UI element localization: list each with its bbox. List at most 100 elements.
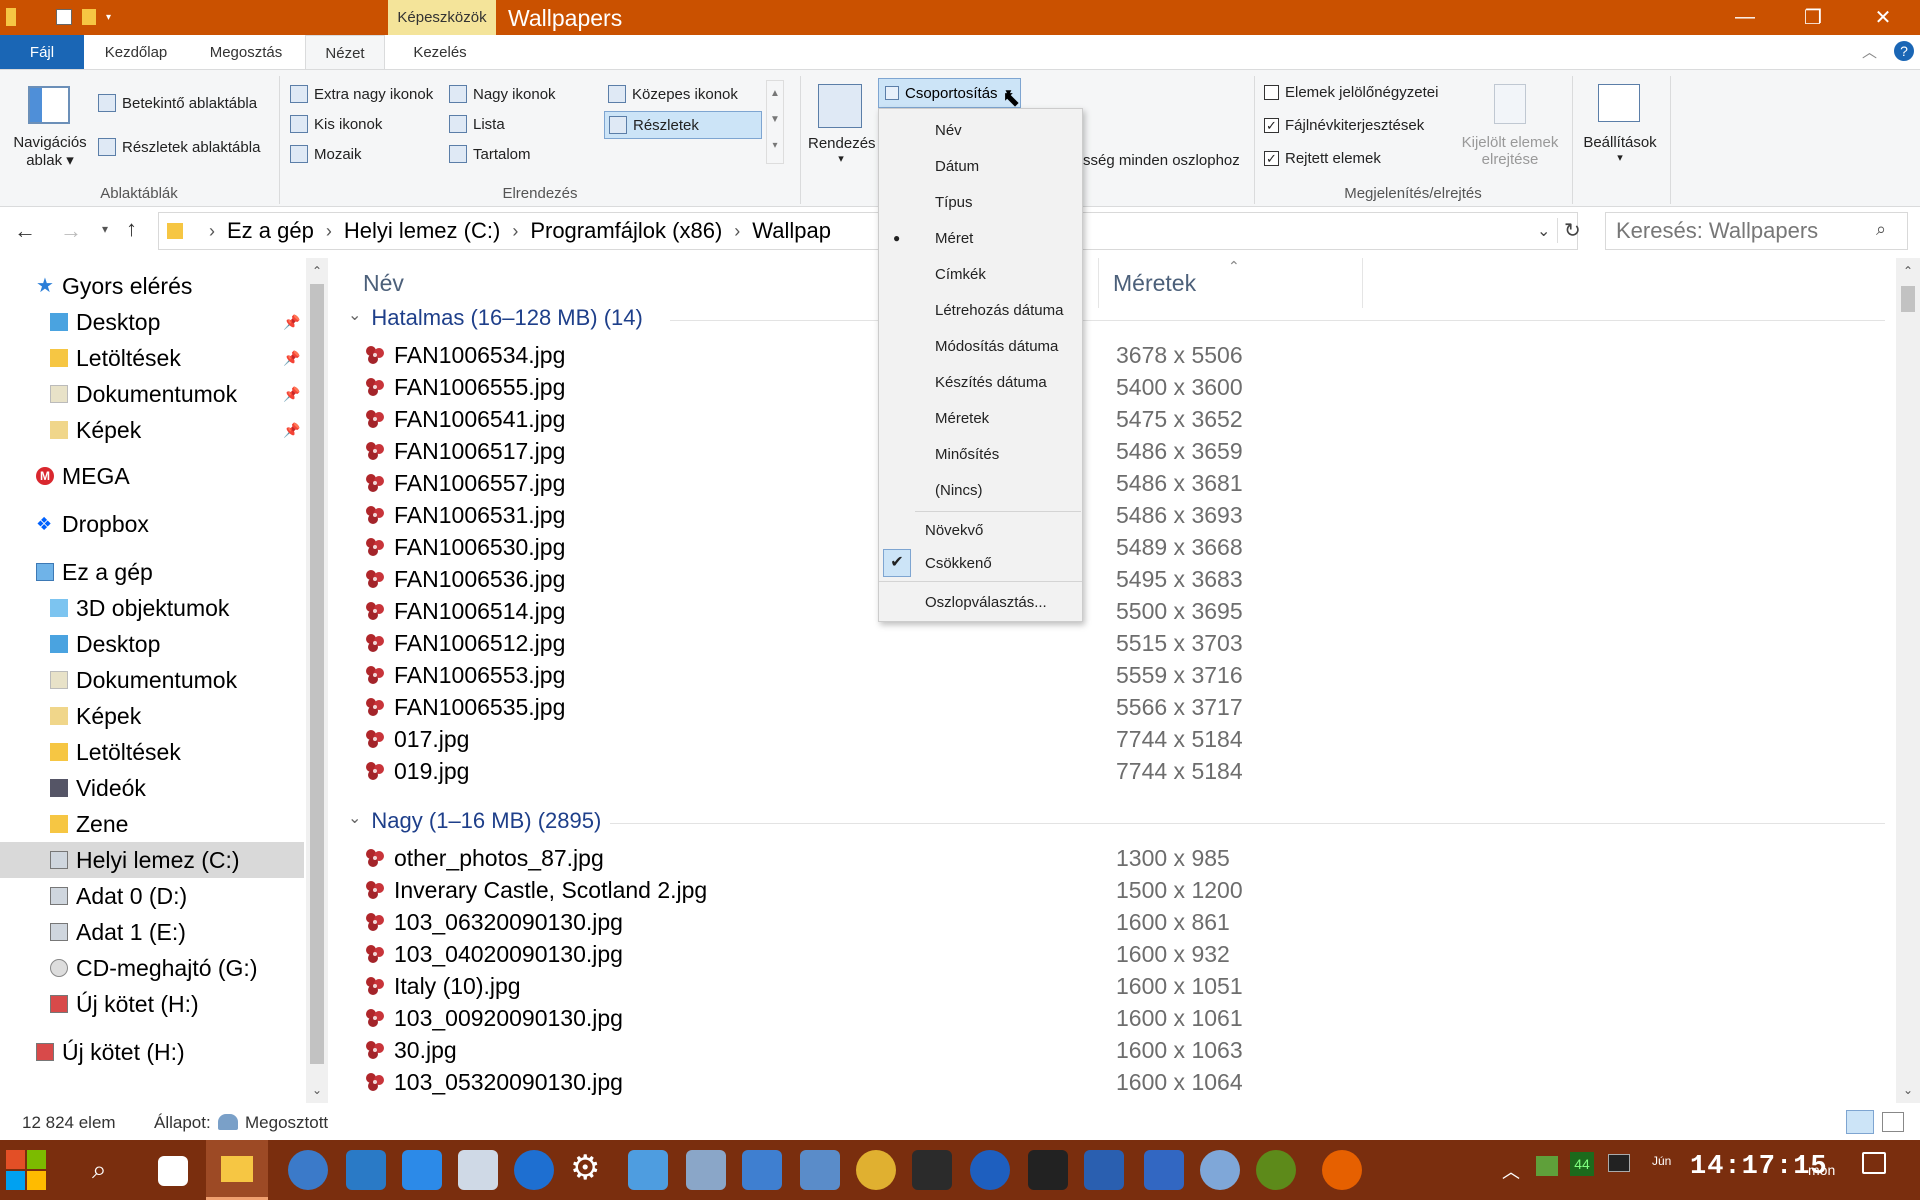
new-folder-icon[interactable] — [82, 9, 96, 25]
nav-pc-pictures[interactable]: Képek — [50, 698, 330, 734]
nav-new-volume-h[interactable]: Új kötet (H:) — [36, 1034, 330, 1070]
group-by-option[interactable]: Minősítés — [879, 437, 1082, 471]
group-by-option[interactable]: Típus — [879, 185, 1082, 219]
scroll-up-icon[interactable]: ⌃ — [306, 264, 328, 278]
list-option[interactable]: Lista — [449, 115, 505, 133]
collapse-ribbon-icon[interactable]: ︿ — [1862, 41, 1877, 62]
nav-mega[interactable]: M MEGA — [36, 458, 330, 494]
file-explorer-taskbar-button[interactable] — [206, 1140, 268, 1200]
options-icon[interactable] — [1598, 84, 1640, 122]
search-taskbar-icon[interactable]: ⌕ — [92, 1154, 107, 1186]
chevron-down-icon[interactable]: ⌄ — [348, 305, 361, 325]
file-row[interactable]: 30.jpg 1600 x 1063 — [364, 1034, 1664, 1066]
details-pane-button[interactable]: Részletek ablaktábla — [98, 138, 260, 156]
address-bar[interactable]: › Ez a gép › Helyi lemez (C:) › Programf… — [158, 212, 1581, 250]
refresh-icon[interactable]: ↻ — [1557, 218, 1581, 243]
hide-selected-button[interactable]: Kijelölt elemek elrejtése — [1452, 134, 1568, 168]
file-row[interactable]: Italy (10).jpg 1600 x 1051 — [364, 970, 1664, 1002]
file-extensions-toggle[interactable]: ✓ Fájlnévkiterjesztések — [1264, 117, 1424, 134]
group-by-option[interactable]: Létrehozás dátuma — [879, 293, 1082, 327]
chrome-icon[interactable] — [288, 1150, 328, 1190]
group-by-option[interactable]: Módosítás dátuma — [879, 329, 1082, 363]
forward-button[interactable]: → — [60, 218, 82, 244]
foobar-icon[interactable] — [912, 1150, 952, 1190]
group-by-option[interactable]: Címkék — [879, 257, 1082, 291]
nav-drive-h[interactable]: Új kötet (H:) — [50, 986, 330, 1022]
item-checkboxes-checkbox[interactable] — [1264, 85, 1279, 100]
small-icons-option[interactable]: Kis ikonok — [290, 115, 382, 133]
layout-gallery-scroll[interactable]: ▲ ▼ ▾ — [766, 80, 784, 164]
nav-dropbox[interactable]: ❖ Dropbox — [36, 506, 330, 542]
recent-locations-button[interactable]: ▾ — [102, 222, 108, 236]
group-by-option[interactable]: Név — [879, 113, 1082, 147]
settings-icon[interactable]: ⚙ — [570, 1148, 600, 1188]
search-input[interactable]: Keresés: Wallpapers ⌕ — [1605, 212, 1908, 250]
chevron-down-icon[interactable]: ⌄ — [348, 808, 361, 828]
search-icon[interactable]: ⌕ — [1876, 219, 1886, 240]
nav-3d-objects[interactable]: 3D objektumok — [50, 590, 330, 626]
notifications-icon[interactable] — [1862, 1152, 1886, 1174]
scroll-up-icon[interactable]: ⌃ — [1896, 264, 1920, 278]
nav-scroll-thumb[interactable] — [310, 284, 324, 1064]
options-button[interactable]: Beállítások ▾ — [1580, 134, 1660, 164]
details-view-toggle-icon[interactable] — [1846, 1110, 1874, 1134]
sort-order-option[interactable]: ✔ Csökkenő — [879, 546, 1082, 580]
archive-icon[interactable] — [1084, 1150, 1124, 1190]
tab-share[interactable]: Megosztás — [196, 35, 296, 69]
disk-save-icon[interactable] — [1144, 1150, 1184, 1190]
nav-quick-access[interactable]: ★ Gyors elérés — [36, 268, 330, 304]
group-by-button[interactable]: Csoportosítás ▼ — [878, 78, 1021, 108]
breadcrumb-program-files[interactable]: Programfájlok (x86) — [530, 218, 722, 244]
large-icons-option[interactable]: Nagy ikonok — [449, 85, 556, 103]
main-scroll-thumb[interactable] — [1901, 286, 1915, 312]
file-row[interactable]: 103_04020090130.jpg 1600 x 932 — [364, 938, 1664, 970]
hidden-items-checkbox[interactable]: ✓ — [1264, 151, 1279, 166]
navigation-pane-button[interactable]: Navigációs ablak ▾ — [10, 134, 90, 169]
details-option[interactable]: Részletek — [604, 111, 762, 139]
sort-by-button[interactable]: Rendezés ▾ — [808, 135, 876, 165]
skype-icon[interactable] — [514, 1150, 554, 1190]
group-by-option[interactable]: (Nincs) — [879, 473, 1082, 507]
sync-app-icon[interactable] — [970, 1150, 1010, 1190]
breadcrumb-this-pc[interactable]: Ez a gép — [227, 218, 314, 244]
tray-overflow-icon[interactable]: ︿ — [1502, 1158, 1520, 1184]
file-row[interactable]: FAN1006553.jpg 5559 x 3716 — [364, 659, 1664, 691]
file-row[interactable]: 019.jpg 7744 x 5184 — [364, 755, 1664, 787]
content-option[interactable]: Tartalom — [449, 145, 531, 163]
properties-icon[interactable] — [56, 9, 72, 25]
tab-view[interactable]: Nézet — [305, 35, 385, 70]
customize-toolbar-icon[interactable]: ▾ — [106, 12, 111, 23]
tab-file[interactable]: Fájl — [0, 35, 84, 69]
column-header-dimensions[interactable]: Méretek — [1113, 270, 1196, 297]
file-row[interactable]: FAN1006535.jpg 5566 x 3717 — [364, 691, 1664, 723]
nav-this-pc[interactable]: Ez a gép — [36, 554, 330, 590]
large-icons-view-toggle-icon[interactable] — [1882, 1112, 1904, 1132]
notes-app-icon[interactable] — [158, 1156, 188, 1186]
nav-pc-downloads[interactable]: Letöltések — [50, 734, 330, 770]
mail-tray-icon[interactable] — [1536, 1156, 1558, 1176]
nav-pc-documents[interactable]: Dokumentumok — [50, 662, 330, 698]
extra-large-icons-option[interactable]: Extra nagy ikonok — [290, 85, 433, 103]
tab-manage[interactable]: Kezelés — [393, 35, 487, 69]
folder-icon[interactable] — [6, 8, 16, 26]
browser-app-icon[interactable] — [1200, 1150, 1240, 1190]
group-by-option[interactable]: Készítés dátuma — [879, 365, 1082, 399]
maximize-button[interactable]: ❐ — [1778, 0, 1848, 35]
tiles-option[interactable]: Mozaik — [290, 145, 362, 163]
computer-management-icon[interactable] — [800, 1150, 840, 1190]
minimize-button[interactable]: — — [1710, 0, 1780, 35]
group-by-option[interactable]: ● Méret — [879, 221, 1082, 255]
file-row[interactable]: 103_06320090130.jpg 1600 x 861 — [364, 906, 1664, 938]
group-header[interactable]: ⌄ Nagy (1–16 MB) (2895) — [348, 808, 601, 834]
file-list-scrollbar[interactable]: ⌃ ⌄ — [1896, 258, 1920, 1103]
file-row[interactable]: 103_00920090130.jpg 1600 x 1061 — [364, 1002, 1664, 1034]
temperature-badge[interactable]: 44 — [1570, 1152, 1594, 1176]
file-row[interactable]: FAN1006512.jpg 5515 x 3703 — [364, 627, 1664, 659]
choose-columns-option[interactable]: Oszlopválasztás... — [879, 585, 1082, 619]
start-button[interactable] — [6, 1150, 46, 1190]
remote-desktop-icon[interactable] — [458, 1150, 498, 1190]
group-header[interactable]: ⌄ Hatalmas (16–128 MB) (14) — [348, 305, 643, 331]
breadcrumb-wallpapers[interactable]: Wallpap — [752, 218, 831, 244]
nav-pc-music[interactable]: Zene — [50, 806, 330, 842]
tab-home[interactable]: Kezdőlap — [92, 35, 180, 69]
